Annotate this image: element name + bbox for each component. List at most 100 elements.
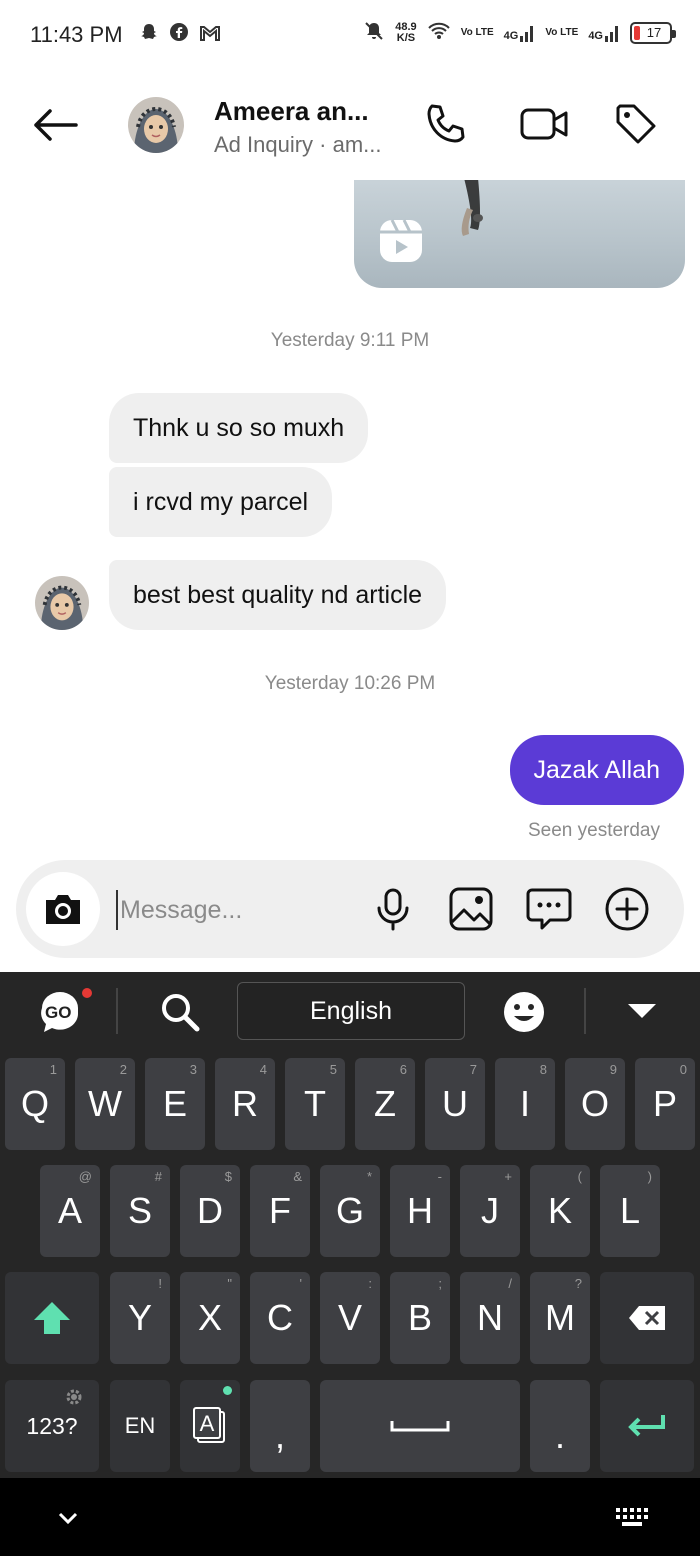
microphone-icon: [377, 888, 409, 931]
key-f[interactable]: F &: [250, 1165, 310, 1257]
sticker-button[interactable]: [524, 884, 574, 934]
key-w[interactable]: W2: [75, 1058, 135, 1150]
gmail-icon: [199, 22, 221, 48]
video-camera-icon: [520, 108, 568, 140]
key-secondary-label: @: [78, 1169, 92, 1184]
period-key[interactable]: .: [530, 1380, 590, 1472]
soft-keyboard: GO English Q1W2E3R4T5Z6U7I8O9P0 A @ S # D $ F &…: [0, 972, 700, 1478]
key-secondary-label: ;: [438, 1276, 442, 1291]
key-s[interactable]: S #: [110, 1165, 170, 1257]
shift-key[interactable]: [5, 1272, 99, 1364]
status-time: 11:43 PM: [30, 22, 123, 47]
key-u[interactable]: U7: [425, 1058, 485, 1150]
video-call-button[interactable]: [518, 100, 568, 148]
sender-avatar[interactable]: [35, 576, 89, 630]
numbers-key[interactable]: 123?: [5, 1380, 99, 1472]
text-style-key[interactable]: A: [180, 1380, 240, 1472]
key-o[interactable]: O9: [565, 1058, 625, 1150]
shift-arrow-icon: [34, 1302, 70, 1334]
image-icon: [449, 887, 493, 931]
back-button[interactable]: [30, 105, 80, 145]
sim2-signal-icon: 4G: [588, 24, 620, 42]
key-secondary-label: ': [299, 1276, 302, 1291]
key-m[interactable]: M?: [530, 1272, 590, 1364]
keyboard-toolbar: GO English: [0, 972, 700, 1052]
key-i[interactable]: I8: [495, 1058, 555, 1150]
key-secondary-label: &: [293, 1169, 302, 1184]
key-secondary-label: 0: [679, 1062, 687, 1077]
key-c[interactable]: C ': [250, 1272, 310, 1364]
shared-reel-preview[interactable]: [354, 178, 685, 288]
hide-keyboard-button[interactable]: [624, 998, 660, 1024]
search-icon: [162, 994, 200, 1032]
key-t[interactable]: T5: [285, 1058, 345, 1150]
space-key[interactable]: [320, 1380, 520, 1472]
more-options-button[interactable]: [602, 884, 652, 934]
key-secondary-label: -: [437, 1169, 442, 1184]
received-message[interactable]: Thnk u so so muxh: [109, 393, 369, 463]
language-switch-key[interactable]: EN: [110, 1380, 170, 1472]
language-selector[interactable]: English: [237, 982, 465, 1040]
key-q[interactable]: Q1: [5, 1058, 65, 1150]
seen-status: Seen yesterday: [527, 820, 660, 841]
label-tag-button[interactable]: [612, 100, 660, 148]
reels-icon: [378, 218, 424, 269]
key-y[interactable]: Y!: [110, 1272, 170, 1364]
system-nav-bar: [0, 1478, 700, 1556]
key-v[interactable]: V:: [320, 1272, 380, 1364]
key-b[interactable]: B;: [390, 1272, 450, 1364]
key-g[interactable]: G *: [320, 1165, 380, 1257]
key-z[interactable]: Z6: [355, 1058, 415, 1150]
keyboard-switch-button[interactable]: [612, 1504, 652, 1532]
language-label: English: [310, 996, 392, 1025]
sim2-label: Vo LTE: [545, 26, 579, 38]
key-r[interactable]: R4: [215, 1058, 275, 1150]
gallery-button[interactable]: [446, 884, 496, 934]
timestamp-divider: Yesterday 9:11 PM: [270, 330, 430, 351]
key-secondary-label: !: [158, 1276, 162, 1291]
key-d[interactable]: D $: [180, 1165, 240, 1257]
key-secondary-label: *: [366, 1169, 372, 1184]
key-h[interactable]: H-: [390, 1165, 450, 1257]
phone-icon: [427, 104, 465, 143]
sent-message[interactable]: Jazak Allah: [509, 735, 684, 805]
received-message[interactable]: i rcvd my parcel: [109, 467, 333, 537]
key-x[interactable]: X ": [180, 1272, 240, 1364]
received-message[interactable]: best best quality nd article: [109, 560, 447, 630]
wifi-icon: [427, 21, 451, 44]
svg-text:A: A: [200, 1411, 215, 1436]
key-secondary-label: ): [647, 1169, 652, 1184]
backspace-key[interactable]: [600, 1272, 694, 1364]
message-input[interactable]: [116, 890, 356, 930]
enter-key[interactable]: [600, 1380, 694, 1472]
smiley-icon: [504, 992, 544, 1032]
plus-circle-icon: [605, 887, 649, 931]
key-j[interactable]: J +: [460, 1165, 520, 1257]
voice-message-button[interactable]: [368, 884, 418, 934]
key-k[interactable]: K(: [530, 1165, 590, 1257]
contact-avatar[interactable]: [128, 97, 184, 153]
contact-name[interactable]: Ameera an...: [214, 96, 384, 127]
key-a[interactable]: A @: [40, 1165, 100, 1257]
keyboard-search-button[interactable]: [158, 990, 202, 1034]
battery-icon: 17: [630, 21, 676, 44]
key-p[interactable]: P0: [635, 1058, 695, 1150]
key-secondary-label: #: [154, 1169, 162, 1184]
key-n[interactable]: N /: [460, 1272, 520, 1364]
contact-subtitle: Ad Inquiry · am...: [214, 132, 382, 157]
key-e[interactable]: E3: [145, 1058, 205, 1150]
timestamp-divider: Yesterday 10:26 PM: [264, 673, 436, 694]
collapse-button[interactable]: [52, 1504, 84, 1532]
camera-icon: [46, 895, 80, 924]
facebook-icon: [169, 22, 189, 48]
emoji-button[interactable]: [502, 990, 546, 1034]
key-l[interactable]: L): [600, 1165, 660, 1257]
go-keyboard-menu-button[interactable]: GO: [38, 988, 92, 1034]
triangle-down-icon: [628, 1004, 656, 1018]
key-secondary-label: 5: [329, 1062, 337, 1077]
audio-call-button[interactable]: [422, 100, 470, 148]
comma-key[interactable]: ,: [250, 1380, 310, 1472]
go-badge-label: GO: [45, 1003, 72, 1022]
camera-button[interactable]: [26, 872, 100, 946]
backspace-icon: [629, 1306, 665, 1330]
